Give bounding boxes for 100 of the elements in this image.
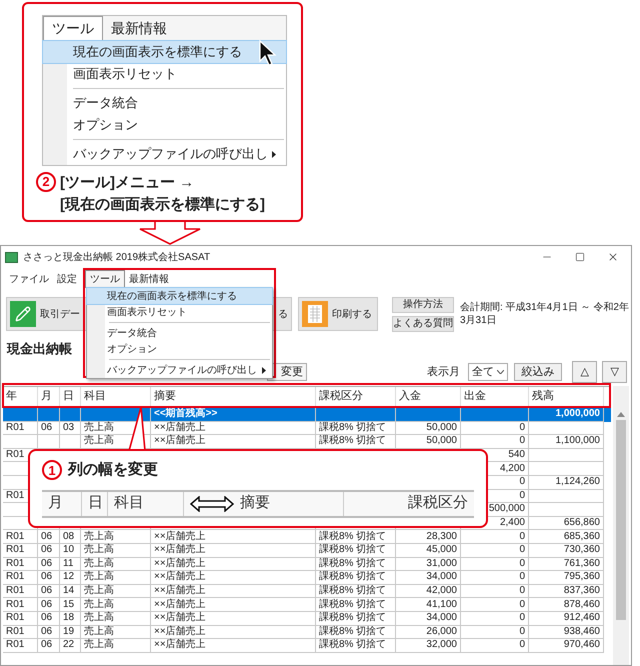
table-cell: ××店舗売上: [154, 544, 206, 556]
table-cell: 売上高: [84, 558, 114, 570]
table-cell: 45,000: [426, 544, 457, 556]
menu-tab[interactable]: 最新情報: [103, 16, 175, 40]
table-cell: 0: [519, 422, 525, 434]
column-header[interactable]: 残高: [529, 387, 604, 406]
filter-button[interactable]: 絞込み: [514, 363, 562, 381]
table-cell: 06: [41, 530, 52, 543]
help-button[interactable]: よくある質問: [392, 316, 454, 332]
table-cell: 2,400: [500, 517, 525, 530]
table-cell: R01: [6, 612, 24, 624]
table-cell: 540: [508, 449, 525, 462]
table-cell: 28,300: [426, 530, 457, 543]
column-header[interactable]: 出金: [461, 387, 529, 406]
menu-item[interactable]: 現在の画面表示を標準にする: [43, 41, 286, 63]
submenu-arrow-icon: [262, 366, 266, 374]
table-cell: 06: [41, 422, 52, 434]
scroll-up-icon[interactable]: [617, 412, 625, 417]
table-cell: 売上高: [84, 544, 114, 556]
column-header[interactable]: 年: [3, 387, 38, 406]
table-cell: 1,100,000: [556, 435, 600, 448]
column-header[interactable]: 課税区分: [316, 387, 396, 406]
dropdown-caret-icon: [497, 370, 504, 374]
column-header[interactable]: 摘要: [151, 387, 316, 406]
table-cell: 売上高: [84, 626, 114, 638]
table-cell: 730,360: [564, 544, 600, 556]
column-header[interactable]: 月: [38, 387, 60, 406]
table-cell: 837,360: [564, 585, 600, 598]
table-cell: 0: [519, 476, 525, 488]
page-tab[interactable]: 現金出納帳: [3, 340, 76, 358]
table-row[interactable]: <<期首残高>> 1,000,000: [3, 408, 611, 422]
table-cell: 34,000: [426, 571, 457, 584]
submenu-arrow-icon: [272, 150, 276, 158]
menu-item[interactable]: オプション: [43, 114, 286, 136]
table-cell: 4,200: [500, 462, 525, 475]
table-cell: 500,000: [488, 503, 525, 516]
table-cell: 課税8% 切捨て: [319, 544, 386, 556]
menu-item[interactable]: 現在の画面表示を標準にする: [87, 288, 272, 304]
menu-item[interactable]: オプション: [87, 341, 272, 357]
table-cell: 課税8% 切捨て: [319, 558, 386, 570]
column-header[interactable]: 日: [60, 387, 81, 406]
table-cell: R01: [6, 530, 24, 543]
table-cell: 課税8% 切捨て: [319, 626, 386, 638]
table-cell: 0: [519, 571, 525, 584]
table-cell: 03: [63, 422, 74, 434]
column-label: 日: [88, 493, 103, 514]
table-cell: 761,360: [564, 558, 600, 570]
table-cell: R01: [6, 585, 24, 598]
month-select[interactable]: 全て: [468, 363, 508, 381]
nav-button[interactable]: ▽: [602, 361, 627, 383]
table-cell: ××店舗売上: [154, 612, 206, 624]
table-cell: 売上高: [84, 639, 114, 652]
table-cell: 0: [519, 612, 525, 624]
column-header[interactable]: 科目: [81, 387, 151, 406]
window-title: ささっと現金出納帳 2019株式会社SASAT: [23, 250, 210, 264]
table-cell: 売上高: [84, 571, 114, 584]
toolbar-button[interactable]: 印刷する: [298, 297, 378, 331]
menu-item[interactable]: データ統合: [43, 92, 286, 114]
menu-tab[interactable]: ファイル: [5, 268, 53, 290]
app-icon: [5, 252, 18, 262]
column-label: 摘要: [240, 493, 270, 514]
table-cell: 課税8% 切捨て: [319, 598, 386, 611]
menu-tab[interactable]: 設定: [53, 268, 81, 290]
table-cell: R01: [6, 422, 24, 434]
month-label: 表示月: [427, 364, 460, 380]
menu-tab[interactable]: ツール: [43, 16, 103, 40]
column-label: 月: [48, 493, 63, 514]
table-cell: 12: [63, 571, 74, 584]
column-label: 科目: [114, 493, 144, 514]
table-cell: 売上高: [84, 612, 114, 624]
menu-item[interactable]: バックアップファイルの呼び出し: [43, 143, 286, 165]
step-text: [現在の画面表示を標準にする]: [60, 195, 265, 215]
table-cell: 課税8% 切捨て: [319, 422, 386, 434]
table-cell: 1,124,260: [556, 476, 600, 488]
table-cell: 売上高: [84, 598, 114, 611]
help-button[interactable]: 操作方法: [392, 296, 454, 312]
table-cell: R01: [6, 558, 24, 570]
table-cell: 08: [63, 530, 74, 543]
double-arrow-icon: [190, 496, 234, 512]
step-text: [ツール]メニュー →: [60, 173, 196, 193]
maximize-icon[interactable]: [575, 252, 585, 262]
table-cell: R01: [6, 639, 24, 652]
menu-tab[interactable]: ツール: [85, 270, 125, 288]
table-cell: R01: [6, 571, 24, 584]
table-cell: 06: [41, 558, 52, 570]
table-cell: 970,460: [564, 639, 600, 652]
column-header[interactable]: 入金: [396, 387, 461, 406]
scrollbar[interactable]: [613, 386, 629, 665]
menu-item[interactable]: 画面表示リセット: [43, 63, 286, 85]
table-cell: ××店舗売上: [154, 639, 206, 652]
table-cell: 26,000: [426, 626, 457, 638]
nav-button[interactable]: △: [572, 361, 597, 383]
close-icon[interactable]: [607, 251, 619, 263]
table-cell: 15: [63, 598, 74, 611]
table-cell: 0: [519, 558, 525, 570]
table-cell: 19: [63, 626, 74, 638]
table-cell: 0: [519, 626, 525, 638]
table-cell: R01: [6, 544, 24, 556]
table-cell: ××店舗売上: [154, 571, 206, 584]
table-cell: 878,460: [564, 598, 600, 611]
